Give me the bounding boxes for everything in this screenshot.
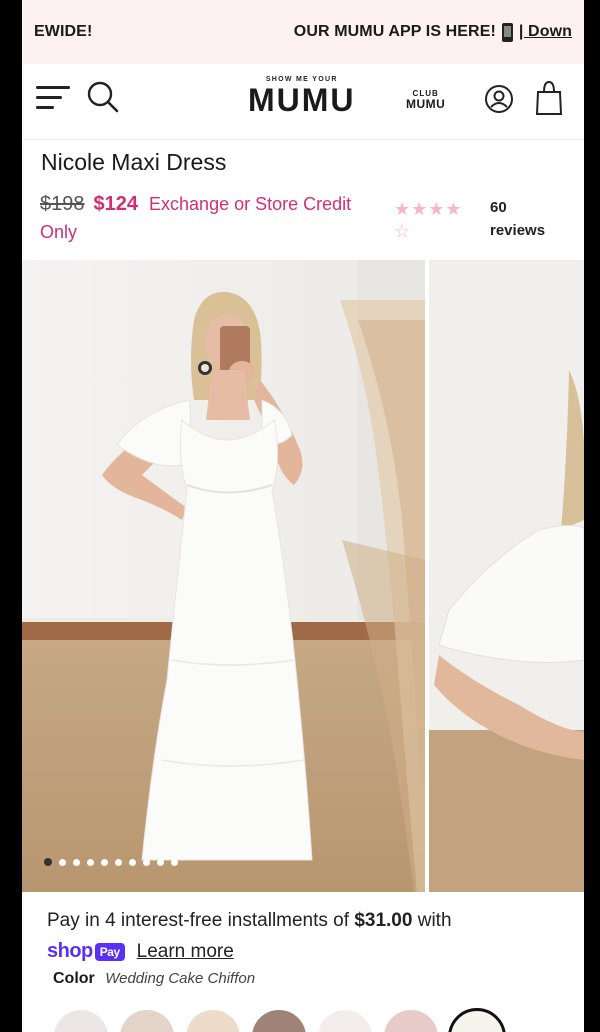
sale-price: $124 [93, 193, 139, 215]
announcement-right: OUR MUMU APP IS HERE! | Down [293, 22, 572, 42]
color-swatch[interactable] [184, 1008, 242, 1032]
star-outline-icon: ☆ [394, 221, 412, 241]
account-icon[interactable] [484, 84, 514, 114]
review-count-number: 60 [490, 199, 507, 216]
gallery-dot[interactable] [143, 858, 150, 866]
product-title: Nicole Maxi Dress [41, 149, 227, 175]
announcement-left-text: EWIDE! [34, 23, 93, 40]
color-swatch[interactable] [118, 1008, 176, 1032]
site-header: SHOW ME YOUR MUMU CLUB MUMU [22, 64, 584, 140]
installment-amount: $31.00 [354, 910, 413, 931]
menu-icon[interactable] [36, 86, 70, 112]
search-icon[interactable] [86, 80, 120, 114]
installments-prefix: Pay in 4 interest-free installments of [47, 910, 355, 931]
shopping-bag-icon[interactable] [534, 80, 564, 116]
product-photo-next[interactable] [429, 260, 584, 892]
pay-badge: Pay [94, 942, 125, 961]
star-icon: ★ [428, 199, 446, 219]
logo-wordmark: MUMU [248, 82, 356, 118]
review-count-label: reviews [490, 222, 546, 239]
announcement-app-text: OUR MUMU APP IS HERE! [293, 23, 496, 40]
star-icon: ★ [445, 199, 463, 219]
gallery-dot[interactable] [59, 858, 66, 866]
gallery-dot[interactable] [171, 858, 178, 866]
price-row: $198 $124 Exchange or Store Credit Only [40, 190, 380, 246]
learn-more-link[interactable]: Learn more [137, 941, 234, 963]
color-value: Wedding Cake Chiffon [105, 970, 256, 987]
gallery-dot[interactable] [73, 858, 80, 866]
review-count[interactable]: 60 reviews [490, 196, 545, 242]
color-swatch[interactable] [382, 1008, 440, 1032]
phone-icon [501, 22, 513, 42]
installments-suffix: with [412, 910, 452, 931]
gallery-dot[interactable] [157, 858, 164, 866]
page-frame: EWIDE! OUR MUMU APP IS HERE! | Down SHOW… [22, 0, 584, 1032]
shop-logo-text: shop [47, 940, 93, 962]
star-icon: ★ [394, 199, 412, 219]
club-mumu-link[interactable]: CLUB MUMU [406, 88, 445, 110]
gallery-dot[interactable] [44, 858, 52, 866]
installments-text: Pay in 4 interest-free installments of $… [47, 910, 452, 932]
color-swatch[interactable] [448, 1008, 506, 1032]
product-photo-main[interactable] [22, 260, 425, 892]
rating-stars[interactable]: ★★★★ ☆ [394, 198, 474, 242]
download-link[interactable]: | Down [519, 23, 572, 41]
product-gallery[interactable] [22, 260, 584, 892]
shop-pay-logo: shop Pay [47, 940, 125, 963]
color-swatch[interactable] [250, 1008, 308, 1032]
gallery-dot[interactable] [101, 858, 108, 866]
color-swatches [52, 1008, 506, 1032]
gallery-dot[interactable] [87, 858, 94, 866]
gallery-dot[interactable] [115, 858, 122, 866]
site-logo[interactable]: SHOW ME YOUR MUMU [248, 76, 356, 117]
gallery-dots[interactable] [44, 858, 178, 866]
club-label-bottom: MUMU [406, 97, 446, 111]
color-swatch[interactable] [316, 1008, 374, 1032]
credit-note: Exchange or Store Credit Only [40, 194, 352, 242]
color-swatch[interactable] [52, 1008, 110, 1032]
announcement-bar[interactable]: EWIDE! OUR MUMU APP IS HERE! | Down [22, 0, 584, 64]
gallery-dot[interactable] [129, 858, 136, 866]
original-price: $198 [40, 193, 85, 215]
star-icon: ★ [411, 199, 429, 219]
color-label: Color [53, 970, 95, 987]
color-selection: Color Wedding Cake Chiffon [53, 970, 255, 988]
shop-pay-row: shop Pay Learn more [47, 940, 234, 963]
